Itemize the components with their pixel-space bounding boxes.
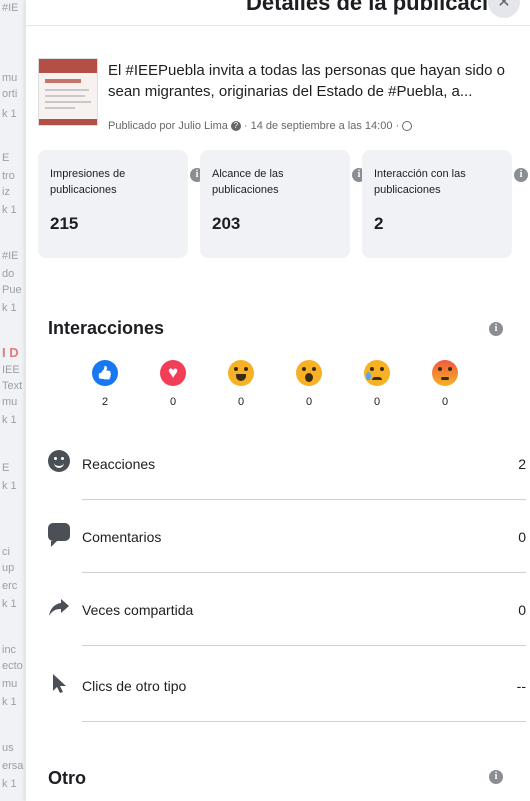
background-text: tro	[2, 170, 15, 182]
love-icon	[160, 360, 186, 386]
background-text: mu	[2, 678, 18, 690]
stat-value: 215	[50, 214, 79, 233]
reaction-angry: 0	[430, 360, 460, 408]
background-page: #IE mu orti k 1 E tro iz k 1 #IE do Pue …	[0, 0, 26, 801]
post-summary[interactable]: El #IEEPuebla invita a todas las persona…	[38, 54, 518, 134]
stat-card-engagement: Interacción con las publicaciones 2	[362, 150, 512, 258]
stat-card-reach: Alcance de las publicaciones 203	[200, 150, 350, 258]
reaction-sad: 0	[362, 360, 392, 408]
background-text: k 1	[2, 778, 17, 790]
sad-icon	[364, 360, 390, 386]
share-icon	[49, 599, 69, 616]
background-text: up	[2, 562, 15, 574]
angry-icon	[432, 360, 458, 386]
info-icon[interactable]: i	[489, 322, 503, 336]
comment-icon	[48, 523, 70, 547]
stat-label: Impresiones de publicaciones	[50, 168, 126, 196]
background-text: erc	[2, 580, 18, 592]
metric-value: --	[516, 678, 526, 694]
globe-icon	[402, 121, 413, 131]
info-icon: ?	[230, 121, 241, 131]
background-text: k 1	[2, 696, 17, 708]
stat-value: 2	[374, 214, 384, 233]
reaction-count: 2	[101, 396, 109, 408]
background-text: Text	[2, 380, 23, 392]
metric-row-comments[interactable]: Comentarios 0	[48, 515, 526, 587]
reaction-count: 0	[373, 396, 381, 408]
like-icon	[92, 360, 118, 386]
background-text: ersa	[2, 760, 24, 772]
background-text: k 1	[2, 414, 17, 426]
reaction-wow: 0	[294, 360, 324, 408]
reaction-count: 0	[169, 396, 177, 408]
background-text: mu	[2, 72, 18, 84]
post-insights-dialog: Detalles de la publicación ✕ El #IEEPueb…	[26, 0, 530, 801]
stat-label: Interacción con las publicaciones	[374, 168, 466, 196]
stat-value: 203	[212, 214, 241, 233]
background-text: iz	[2, 186, 10, 198]
background-text: orti	[2, 88, 18, 100]
reaction-count: 0	[237, 396, 245, 408]
reaction-count: 0	[305, 396, 313, 408]
stat-label: Alcance de las publicaciones	[212, 168, 284, 196]
metric-value: 0	[518, 529, 526, 545]
metric-row-other-clicks[interactable]: Clics de otro tipo --	[48, 664, 526, 736]
background-text: k 1	[2, 204, 17, 216]
background-text: inc	[2, 644, 17, 656]
background-text: do	[2, 268, 15, 280]
metric-label: Comentarios	[82, 529, 162, 545]
background-text: #IE	[2, 250, 19, 262]
post-thumbnail[interactable]	[38, 58, 98, 126]
reaction-love: 0	[158, 360, 188, 408]
metric-label: Reacciones	[82, 456, 156, 472]
post-date: · 14 de septiembre a las 14:00 ·	[243, 120, 400, 132]
reaction-breakdown: 2 0 0 0 0 0	[90, 360, 490, 420]
background-text: Pue	[2, 284, 22, 296]
divider	[82, 645, 526, 646]
background-text: I D	[2, 345, 19, 360]
background-text: us	[2, 742, 14, 754]
reaction-count: 0	[441, 396, 449, 408]
stat-card-impressions: Impresiones de publicaciones 215	[38, 150, 188, 258]
other-title: Otro	[48, 768, 86, 788]
info-icon[interactable]: i	[514, 168, 528, 182]
reaction-haha: 0	[226, 360, 256, 408]
dialog-title: Detalles de la publicación	[246, 0, 515, 15]
metric-value: 0	[518, 602, 526, 618]
divider	[82, 572, 526, 573]
background-text: ci	[2, 546, 10, 558]
post-text[interactable]: El #IEEPuebla invita a todas las persona…	[108, 60, 508, 102]
metric-value: 2	[518, 456, 526, 472]
metric-row-reactions[interactable]: Reacciones 2	[48, 442, 526, 514]
haha-icon	[228, 360, 254, 386]
background-text: k 1	[2, 108, 17, 120]
metric-label: Veces compartida	[82, 602, 194, 618]
background-text: k 1	[2, 598, 17, 610]
divider	[82, 499, 526, 500]
interactions-title: Interacciones	[48, 318, 165, 338]
divider	[82, 721, 526, 722]
background-text: mu	[2, 396, 18, 408]
wow-icon	[296, 360, 322, 386]
dialog-header: Detalles de la publicación ✕	[26, 0, 530, 26]
close-icon: ✕	[497, 0, 511, 11]
background-text: E	[2, 152, 10, 164]
reaction-like: 2	[90, 360, 120, 408]
background-text: E	[2, 462, 10, 474]
background-text: k 1	[2, 480, 17, 492]
metric-row-shares[interactable]: Veces compartida 0	[48, 588, 526, 660]
background-text: #IE	[2, 2, 19, 14]
info-icon[interactable]: i	[489, 770, 503, 784]
cursor-icon	[53, 674, 66, 693]
stat-cards: Impresiones de publicaciones 215 i Alcan…	[38, 150, 530, 260]
background-text: IEE	[2, 364, 20, 376]
post-author: Publicado por Julio Lima	[108, 120, 228, 132]
post-meta: Publicado por Julio Lima ? · 14 de septi…	[108, 120, 413, 132]
metric-label: Clics de otro tipo	[82, 678, 187, 694]
background-text: ecto	[2, 660, 23, 672]
background-text: k 1	[2, 302, 17, 314]
smile-icon	[48, 450, 70, 472]
